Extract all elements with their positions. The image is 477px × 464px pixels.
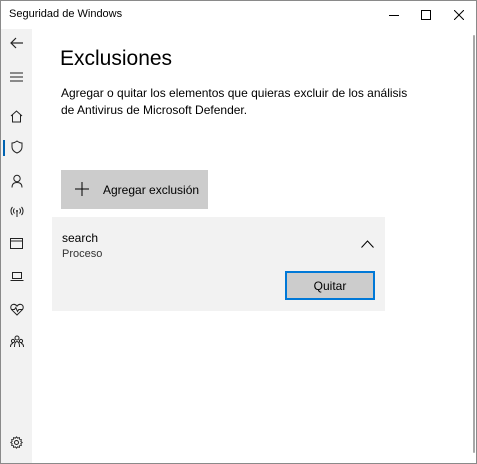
shield-icon xyxy=(11,140,22,154)
family-icon xyxy=(9,335,24,347)
collapse-toggle[interactable] xyxy=(357,237,377,251)
sidebar-item-virus-protection[interactable] xyxy=(1,133,32,161)
exclusion-name: search xyxy=(62,231,99,245)
page-title: Exclusiones xyxy=(60,47,173,70)
sidebar-item-firewall-network[interactable] xyxy=(1,198,32,226)
app-window: Seguridad de Windows Exclusiones Agregar… xyxy=(0,0,477,464)
page-description: Agregar o quitar los elementos que quier… xyxy=(61,86,408,117)
sidebar-item-device-security[interactable] xyxy=(1,262,32,290)
sidebar-item-home[interactable] xyxy=(1,102,32,130)
hamburger-menu-icon xyxy=(10,72,23,82)
home-icon xyxy=(10,109,23,122)
maximize-icon xyxy=(421,10,431,20)
browser-window-icon xyxy=(10,237,23,249)
title-bar[interactable]: Seguridad de Windows xyxy=(1,1,476,29)
exclusion-type: Proceso xyxy=(62,248,103,260)
sidebar xyxy=(1,29,32,463)
add-exclusion-button[interactable]: Agregar exclusión xyxy=(61,170,208,209)
window-title: Seguridad de Windows xyxy=(9,8,123,20)
close-button[interactable] xyxy=(439,1,477,29)
main-content: Exclusiones Agregar o quitar los element… xyxy=(32,29,468,463)
sidebar-item-account-protection[interactable] xyxy=(1,167,32,195)
back-arrow-icon xyxy=(9,37,23,49)
minimize-icon xyxy=(389,15,399,16)
chevron-up-icon xyxy=(360,240,374,248)
laptop-icon xyxy=(10,271,23,281)
sidebar-item-app-browser-control[interactable] xyxy=(1,229,32,257)
vertical-scrollbar[interactable] xyxy=(468,29,476,463)
gear-icon xyxy=(10,435,23,449)
heart-pulse-icon xyxy=(9,303,24,316)
plus-icon xyxy=(75,182,89,196)
back-button[interactable] xyxy=(1,29,32,57)
sidebar-item-device-performance[interactable] xyxy=(1,295,32,323)
remove-exclusion-button[interactable]: Quitar xyxy=(285,271,375,300)
scrollbar-thumb[interactable] xyxy=(473,35,475,453)
person-icon xyxy=(11,174,22,188)
close-icon xyxy=(454,10,464,20)
menu-button[interactable] xyxy=(1,63,32,91)
exclusion-item[interactable]: search Proceso Quitar xyxy=(52,217,385,311)
sidebar-item-family-options[interactable] xyxy=(1,327,32,355)
sidebar-item-settings[interactable] xyxy=(1,428,32,456)
wifi-antenna-icon xyxy=(10,206,23,217)
add-exclusion-label: Agregar exclusión xyxy=(103,183,200,197)
